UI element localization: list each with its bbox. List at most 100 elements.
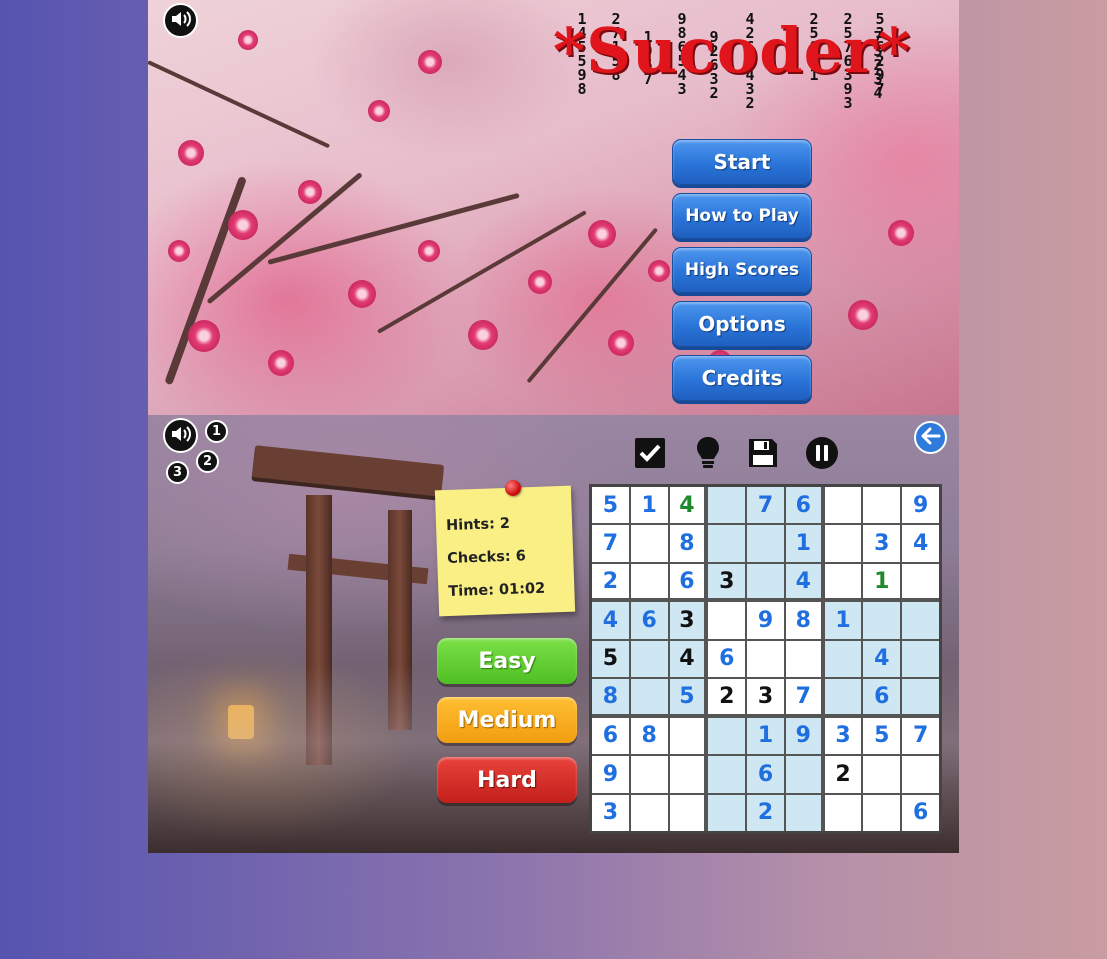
sudoku-cell[interactable] [785, 640, 821, 678]
medium-button[interactable]: Medium [437, 697, 577, 743]
pause-button[interactable] [805, 437, 839, 472]
sudoku-cell[interactable] [863, 487, 901, 524]
sudoku-cell[interactable]: 2 [592, 563, 629, 599]
hint-button[interactable] [691, 437, 725, 472]
sudoku-cell[interactable] [863, 602, 901, 639]
sudoku-cell[interactable] [630, 640, 668, 678]
sudoku-cell[interactable]: 1 [747, 717, 784, 755]
sudoku-cell[interactable] [902, 563, 939, 599]
options-button[interactable]: Options [672, 301, 812, 347]
sudoku-cell[interactable]: 6 [747, 756, 784, 793]
sudoku-cell[interactable] [669, 794, 705, 831]
sudoku-cell[interactable]: 3 [669, 602, 705, 639]
sudoku-cell[interactable] [785, 794, 821, 831]
sudoku-cell[interactable] [630, 794, 668, 831]
sudoku-cell[interactable] [824, 487, 862, 524]
sudoku-cell[interactable] [747, 640, 784, 678]
sudoku-cell[interactable] [708, 756, 746, 793]
sudoku-cell[interactable]: 8 [669, 525, 705, 562]
sudoku-cell[interactable]: 4 [669, 640, 705, 678]
sudoku-cell[interactable]: 4 [669, 487, 705, 524]
sudoku-cell[interactable]: 2 [708, 679, 746, 714]
sudoku-cell[interactable]: 4 [785, 563, 821, 599]
sudoku-cell[interactable] [785, 756, 821, 793]
sound-toggle-button[interactable] [163, 3, 198, 38]
sudoku-cell[interactable]: 5 [669, 679, 705, 714]
sudoku-cell[interactable] [902, 679, 939, 714]
sudoku-cell[interactable] [902, 756, 939, 793]
high-scores-button[interactable]: High Scores [672, 247, 812, 293]
sudoku-cell[interactable] [630, 525, 668, 562]
sudoku-cell[interactable]: 3 [824, 717, 862, 755]
sudoku-cell[interactable] [630, 679, 668, 714]
sudoku-cell[interactable] [863, 756, 901, 793]
sudoku-cell[interactable] [708, 525, 746, 562]
sudoku-cell[interactable]: 9 [592, 756, 629, 793]
easy-button[interactable]: Easy [437, 638, 577, 684]
sudoku-cell[interactable]: 9 [902, 487, 939, 524]
sudoku-cell[interactable]: 3 [708, 563, 746, 599]
sudoku-cell[interactable]: 4 [863, 640, 901, 678]
sudoku-cell[interactable]: 5 [592, 640, 629, 678]
sudoku-cell[interactable]: 3 [592, 794, 629, 831]
sudoku-cell[interactable]: 6 [902, 794, 939, 831]
sound-toggle-button[interactable] [163, 418, 198, 453]
sudoku-cell[interactable]: 8 [592, 679, 629, 714]
sudoku-cell[interactable]: 3 [863, 525, 901, 562]
sudoku-cell[interactable]: 6 [708, 640, 746, 678]
sudoku-cell[interactable]: 7 [747, 487, 784, 524]
sudoku-cell[interactable]: 8 [630, 717, 668, 755]
sudoku-cell[interactable]: 7 [785, 679, 821, 714]
sudoku-cell[interactable]: 6 [592, 717, 629, 755]
sudoku-cell[interactable]: 5 [592, 487, 629, 524]
check-button[interactable] [633, 438, 667, 472]
sudoku-cell[interactable]: 2 [824, 756, 862, 793]
back-button[interactable] [914, 421, 947, 454]
credits-button[interactable]: Credits [672, 355, 812, 401]
sudoku-cell[interactable] [708, 717, 746, 755]
sudoku-cell[interactable] [669, 756, 705, 793]
sudoku-cell[interactable] [824, 640, 862, 678]
sudoku-cell[interactable] [630, 563, 668, 599]
sudoku-cell[interactable] [824, 794, 862, 831]
start-button[interactable]: Start [672, 139, 812, 185]
sudoku-cell[interactable]: 5 [863, 717, 901, 755]
sudoku-cell[interactable]: 1 [824, 602, 862, 639]
sudoku-cell[interactable]: 6 [785, 487, 821, 524]
sudoku-cell[interactable] [708, 487, 746, 524]
sudoku-cell[interactable]: 7 [592, 525, 629, 562]
level-badge-2[interactable]: 2 [196, 450, 219, 473]
sudoku-cell[interactable]: 4 [592, 602, 629, 639]
sudoku-cell[interactable]: 7 [902, 717, 939, 755]
sudoku-cell[interactable]: 1 [630, 487, 668, 524]
sudoku-cell[interactable]: 6 [630, 602, 668, 639]
sudoku-cell[interactable]: 1 [863, 563, 901, 599]
sudoku-cell[interactable] [824, 563, 862, 599]
sudoku-cell[interactable] [669, 717, 705, 755]
sudoku-cell[interactable]: 4 [902, 525, 939, 562]
sudoku-cell[interactable]: 9 [747, 602, 784, 639]
sudoku-cell[interactable] [863, 794, 901, 831]
blossom [848, 300, 878, 330]
sudoku-cell[interactable]: 1 [785, 525, 821, 562]
sudoku-cell[interactable]: 2 [747, 794, 784, 831]
hard-button[interactable]: Hard [437, 757, 577, 803]
sudoku-cell[interactable]: 3 [747, 679, 784, 714]
sudoku-cell[interactable] [902, 602, 939, 639]
sudoku-cell[interactable] [747, 563, 784, 599]
save-button[interactable] [746, 438, 780, 472]
sudoku-cell[interactable]: 9 [785, 717, 821, 755]
sudoku-cell[interactable] [708, 602, 746, 639]
sudoku-cell[interactable] [708, 794, 746, 831]
level-badge-1[interactable]: 1 [205, 420, 228, 443]
sudoku-cell[interactable] [630, 756, 668, 793]
sudoku-cell[interactable]: 6 [863, 679, 901, 714]
sudoku-cell[interactable] [902, 640, 939, 678]
sudoku-cell[interactable] [824, 525, 862, 562]
sudoku-cell[interactable]: 6 [669, 563, 705, 599]
sudoku-cell[interactable]: 8 [785, 602, 821, 639]
how-to-play-button[interactable]: How to Play [672, 193, 812, 239]
sudoku-cell[interactable] [747, 525, 784, 562]
level-badge-3[interactable]: 3 [166, 461, 189, 484]
sudoku-cell[interactable] [824, 679, 862, 714]
